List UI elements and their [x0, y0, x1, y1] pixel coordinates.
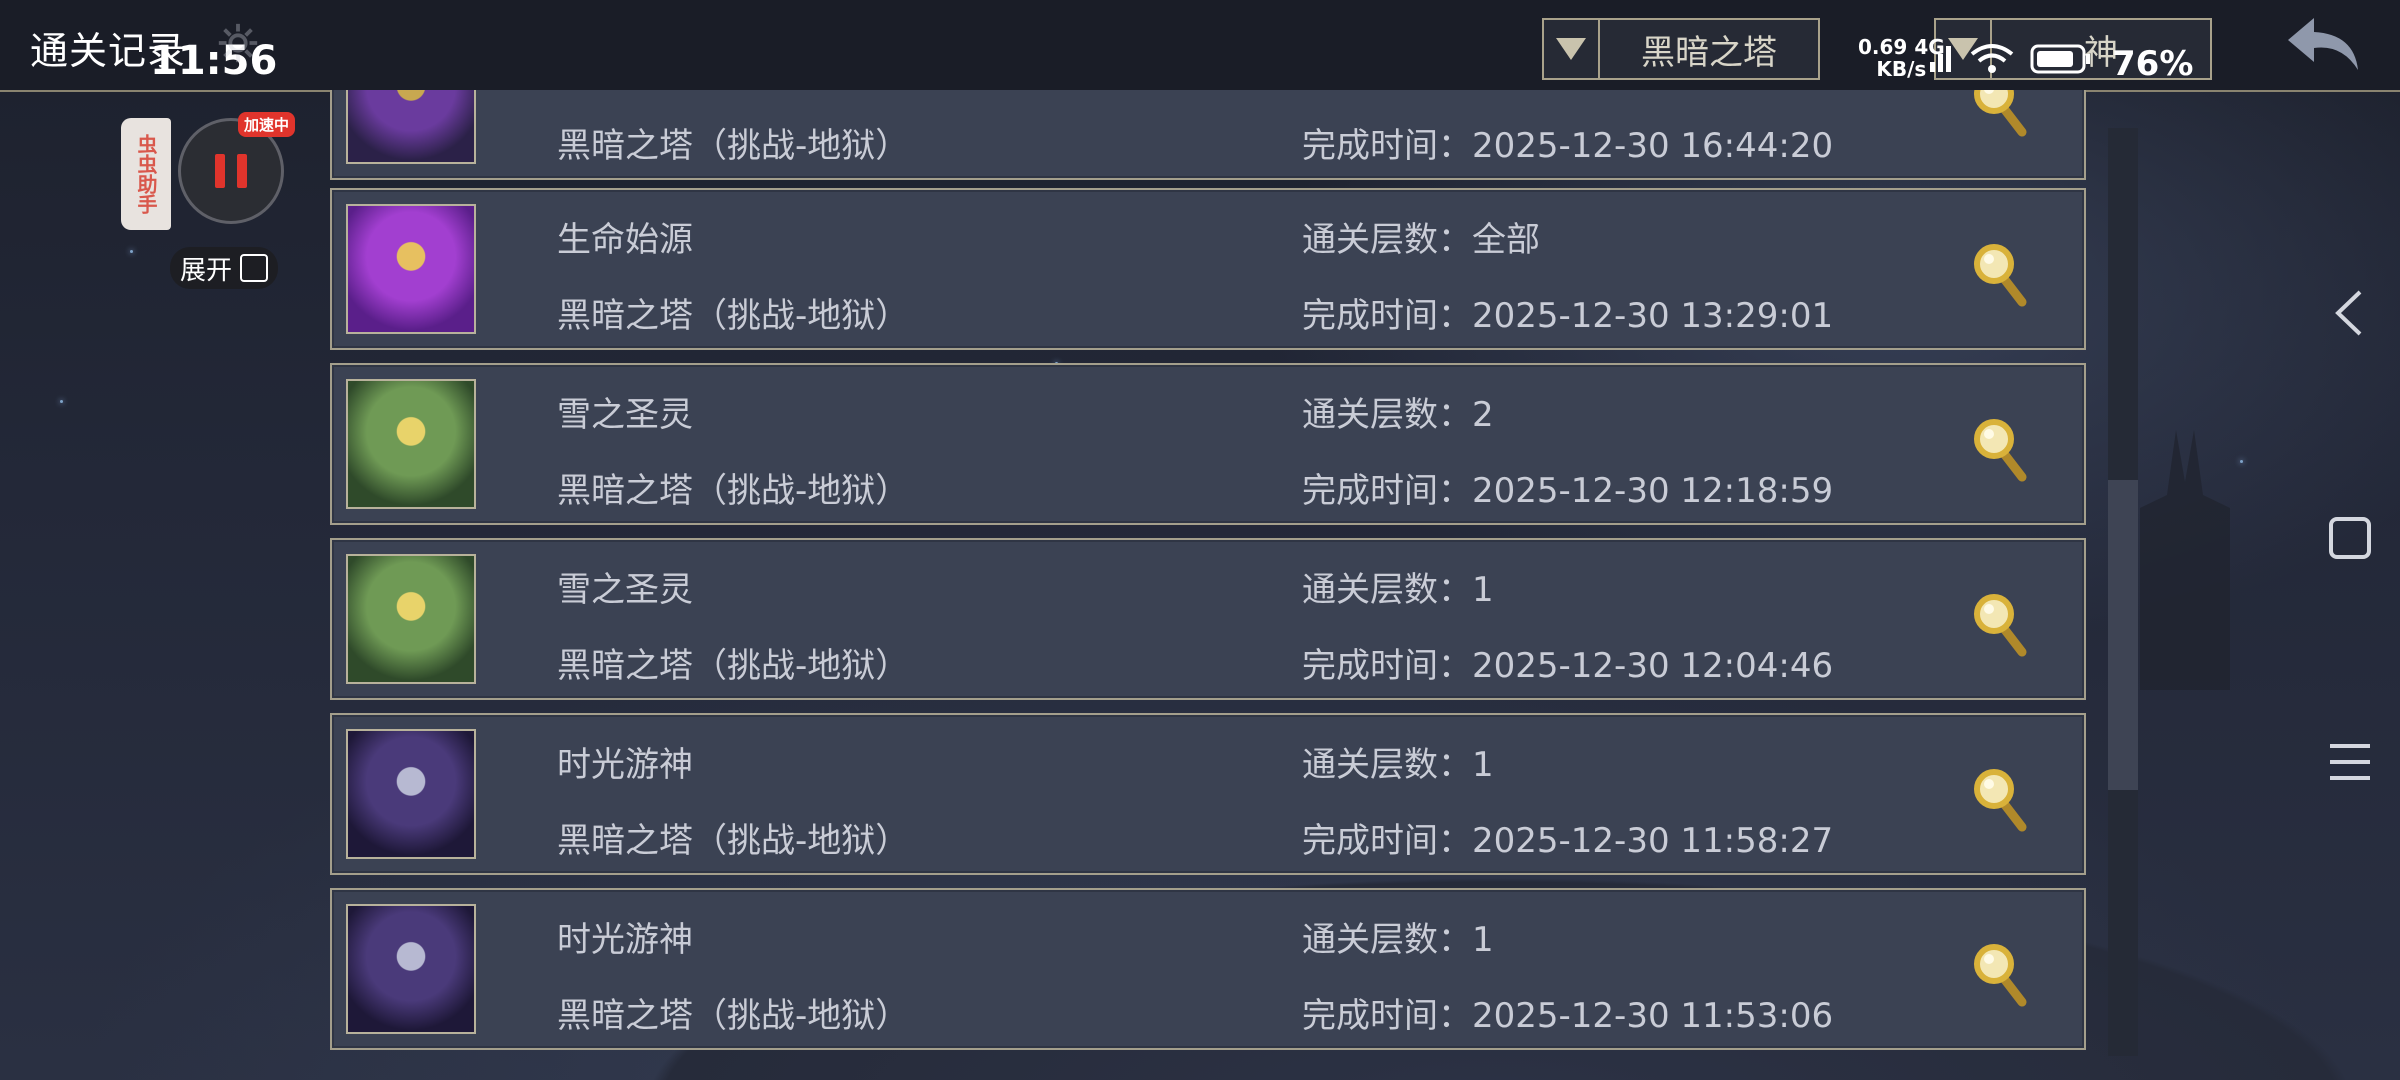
- back-arrow-icon[interactable]: [2282, 14, 2362, 74]
- nav-home-icon[interactable]: [2328, 516, 2372, 560]
- magnifier-icon[interactable]: [1972, 592, 2030, 658]
- record-floors: 通关层数：: [1302, 90, 1472, 91]
- hero-avatar: [346, 904, 476, 1034]
- dropdown-arrow-icon: [1544, 20, 1600, 78]
- record-floors: 通关层数：2: [1302, 387, 1494, 436]
- floors-label: 通关层数：: [1302, 570, 1472, 610]
- assistant-expand-button[interactable]: 展开: [170, 247, 279, 289]
- scrollbar-thumb[interactable]: [2108, 480, 2138, 790]
- record-tower: 黑暗之塔（挑战-地狱）: [557, 296, 910, 336]
- time-value: 2025-12-30 13:29:01: [1472, 296, 1834, 336]
- magnifier-icon[interactable]: [1972, 942, 2030, 1008]
- record-tower: 黑暗之塔（挑战-地狱）: [557, 646, 910, 686]
- floors-value: 1: [1472, 920, 1494, 960]
- wifi-icon: [1970, 44, 2014, 73]
- record-row[interactable]: 黑暗之塔（挑战-地狱） 通关层数： 完成时间：2025-12-30 16:44:…: [330, 90, 2086, 180]
- nav-back-icon[interactable]: [2330, 288, 2370, 338]
- record-row[interactable]: 时光游神 黑暗之塔（挑战-地狱） 通关层数：1 完成时间：2025-12-30 …: [330, 888, 2086, 1050]
- expand-label: 展开: [180, 255, 233, 286]
- time-label: 完成时间：: [1302, 646, 1472, 686]
- record-tower: 黑暗之塔（挑战-地狱）: [557, 821, 910, 861]
- record-list[interactable]: 黑暗之塔（挑战-地狱） 通关层数： 完成时间：2025-12-30 16:44:…: [330, 90, 2090, 1065]
- time-label: 完成时间：: [1302, 296, 1472, 336]
- battery-icon: [2030, 44, 2090, 74]
- time-value: 2025-12-30 16:44:20: [1472, 126, 1834, 166]
- record-tower: 黑暗之塔（挑战-地狱）: [557, 996, 910, 1036]
- assistant-tab[interactable]: 虫虫助手: [121, 118, 171, 230]
- gear-icon[interactable]: [215, 20, 261, 66]
- record-time: 完成时间：2025-12-30 11:53:06: [1302, 988, 1833, 1037]
- net-speed-value: 0.69: [1858, 35, 1908, 59]
- tower-filter-dropdown[interactable]: 黑暗之塔: [1542, 18, 1820, 80]
- floors-value: 全部: [1472, 220, 1540, 260]
- star-decoration: [130, 250, 133, 253]
- record-floors: 通关层数：1: [1302, 912, 1494, 961]
- record-floors: 通关层数：1: [1302, 737, 1494, 786]
- tower-filter-value: 黑暗之塔: [1641, 32, 1777, 73]
- time-label: 完成时间：: [1302, 126, 1472, 166]
- record-row[interactable]: 时光游神 黑暗之塔（挑战-地狱） 通关层数：1 完成时间：2025-12-30 …: [330, 713, 2086, 875]
- time-value: 2025-12-30 12:18:59: [1472, 471, 1834, 511]
- record-time: 完成时间：2025-12-30 12:18:59: [1302, 463, 1833, 512]
- floors-label: 通关层数：: [1302, 220, 1472, 260]
- hero-avatar: [346, 90, 476, 164]
- floors-label: 通关层数：: [1302, 395, 1472, 435]
- floors-value: 1: [1472, 745, 1494, 785]
- floors-value: 2: [1472, 395, 1494, 435]
- record-floors: 通关层数：1: [1302, 562, 1494, 611]
- magnifier-icon[interactable]: [1972, 242, 2030, 308]
- record-row[interactable]: 雪之圣灵 黑暗之塔（挑战-地狱） 通关层数：2 完成时间：2025-12-30 …: [330, 363, 2086, 525]
- record-time: 完成时间：2025-12-30 13:29:01: [1302, 288, 1833, 337]
- net-speed-unit: KB/s: [1876, 57, 1927, 81]
- hero-avatar: [346, 554, 476, 684]
- hero-avatar: [346, 379, 476, 509]
- background-castle: [2140, 430, 2230, 690]
- top-bar: 通关记录 11:56 黑暗之塔 神 0.69 4G KB/s 76%: [0, 0, 2400, 92]
- time-label: 完成时间：: [1302, 821, 1472, 861]
- pause-icon-bar: [237, 154, 247, 188]
- magnifier-icon[interactable]: [1972, 417, 2030, 483]
- record-name: 雪之圣灵: [557, 395, 693, 435]
- signal-icon: [1930, 46, 1951, 72]
- floors-label: 通关层数：: [1302, 920, 1472, 960]
- hero-avatar: [346, 729, 476, 859]
- acceleration-badge: 加速中: [238, 112, 296, 137]
- floors-value: 1: [1472, 570, 1494, 610]
- time-value: 2025-12-30 11:58:27: [1472, 821, 1834, 861]
- record-tower: 黑暗之塔（挑战-地狱）: [557, 471, 910, 511]
- record-time: 完成时间：2025-12-30 12:04:46: [1302, 638, 1833, 687]
- record-name: 生命始源: [557, 220, 693, 260]
- star-decoration: [2240, 460, 2243, 463]
- record-time: 完成时间：2025-12-30 16:44:20: [1302, 118, 1833, 167]
- record-floors: 通关层数：全部: [1302, 212, 1540, 261]
- hero-avatar: [346, 204, 476, 334]
- floors-label: 通关层数：: [1302, 745, 1472, 785]
- expand-icon: [240, 254, 269, 282]
- record-row[interactable]: 雪之圣灵 黑暗之塔（挑战-地狱） 通关层数：1 完成时间：2025-12-30 …: [330, 538, 2086, 700]
- pause-icon: [215, 154, 225, 188]
- time-value: 2025-12-30 12:04:46: [1472, 646, 1834, 686]
- record-row[interactable]: 生命始源 黑暗之塔（挑战-地狱） 通关层数：全部 完成时间：2025-12-30…: [330, 188, 2086, 350]
- nav-menu-icon[interactable]: [2328, 742, 2372, 782]
- magnifier-icon[interactable]: [1972, 767, 2030, 833]
- status-icons: [1928, 42, 2092, 76]
- star-decoration: [60, 400, 63, 403]
- record-tower: 黑暗之塔（挑战-地狱）: [557, 126, 910, 166]
- time-label: 完成时间：: [1302, 996, 1472, 1036]
- time-label: 完成时间：: [1302, 471, 1472, 511]
- record-name: 时光游神: [557, 745, 693, 785]
- magnifier-icon[interactable]: [1972, 90, 2030, 138]
- time-value: 2025-12-30 11:53:06: [1472, 996, 1834, 1036]
- record-time: 完成时间：2025-12-30 11:58:27: [1302, 813, 1833, 862]
- record-name: 时光游神: [557, 920, 693, 960]
- battery-level: 76%: [2112, 44, 2194, 84]
- record-name: 雪之圣灵: [557, 570, 693, 610]
- navigation-rail: [2300, 90, 2400, 1080]
